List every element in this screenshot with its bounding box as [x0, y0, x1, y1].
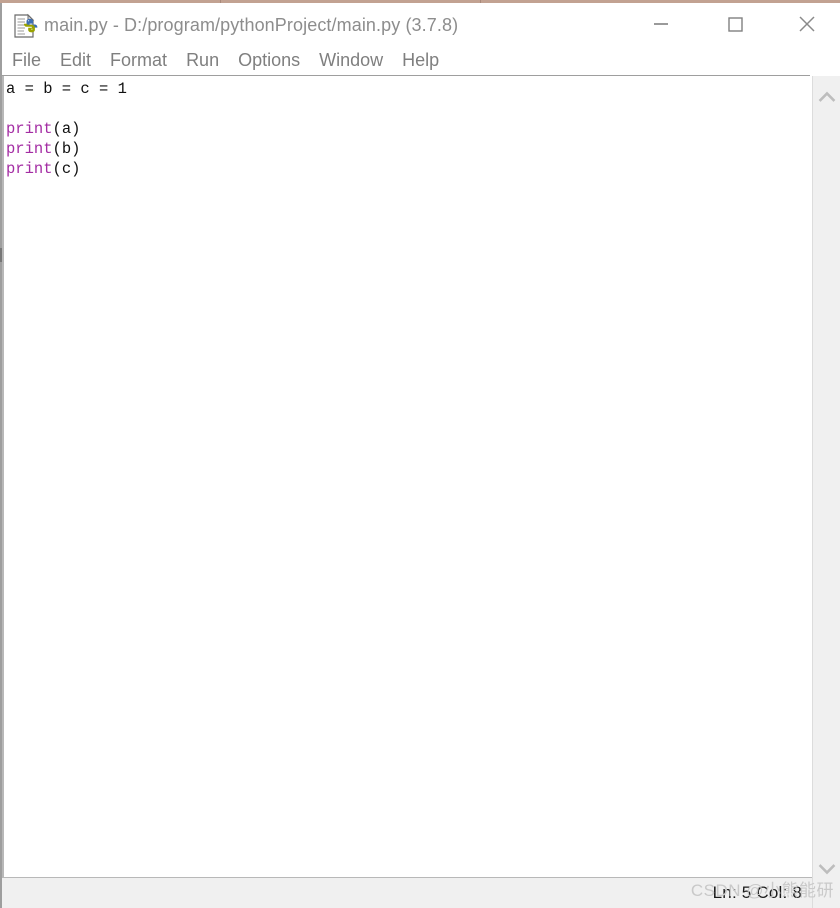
menu-item-run[interactable]: Run	[186, 49, 219, 71]
code-token-plain: (a)	[52, 120, 81, 138]
code-editor-area[interactable]: a = b = c = 1 print(a) print(b) print(c)	[2, 76, 810, 877]
close-button[interactable]	[784, 3, 830, 45]
menu-item-window[interactable]: Window	[319, 49, 383, 71]
scroll-up-button[interactable]	[813, 82, 840, 112]
code-token-plain: (c)	[52, 160, 81, 178]
vertical-scrollbar[interactable]	[812, 76, 840, 908]
code-line[interactable]	[6, 99, 810, 119]
code-token-builtin: print	[6, 140, 53, 158]
idle-editor-window: main.py - D:/program/pythonProject/main.…	[0, 0, 840, 908]
chevron-up-icon	[818, 91, 835, 102]
editor-left-edge	[2, 76, 4, 877]
menu-item-file[interactable]: File	[12, 49, 41, 71]
code-line[interactable]: print(b)	[6, 139, 810, 159]
chevron-down-icon	[818, 864, 835, 875]
code-token-plain: a = b = c = 1	[6, 80, 127, 98]
minimize-icon	[654, 23, 668, 25]
code-line[interactable]: print(a)	[6, 119, 810, 139]
scroll-down-button[interactable]	[813, 854, 840, 884]
cursor-position-status: Ln: 5 Col: 8	[712, 883, 802, 902]
minimize-button[interactable]	[638, 3, 684, 45]
menu-item-options[interactable]: Options	[238, 49, 300, 71]
title-bar: main.py - D:/program/pythonProject/main.…	[2, 3, 840, 45]
maximize-icon	[728, 17, 743, 32]
code-text[interactable]: a = b = c = 1 print(a) print(b) print(c)	[2, 76, 810, 179]
menu-item-help[interactable]: Help	[402, 49, 439, 71]
code-token-builtin: print	[6, 160, 53, 178]
close-icon	[799, 16, 815, 32]
code-line[interactable]: a = b = c = 1	[6, 79, 810, 99]
python-file-icon	[12, 13, 38, 39]
window-title: main.py - D:/program/pythonProject/main.…	[44, 15, 459, 35]
menu-item-edit[interactable]: Edit	[60, 49, 91, 71]
code-token-plain: (b)	[52, 140, 81, 158]
menu-item-format[interactable]: Format	[110, 49, 167, 71]
maximize-button[interactable]	[712, 3, 758, 45]
status-bar: Ln: 5 Col: 8	[2, 877, 812, 908]
code-token-builtin: print	[6, 120, 53, 138]
menu-bar: File Edit Format Run Options Window Help	[2, 45, 840, 75]
code-line[interactable]: print(c)	[6, 159, 810, 179]
